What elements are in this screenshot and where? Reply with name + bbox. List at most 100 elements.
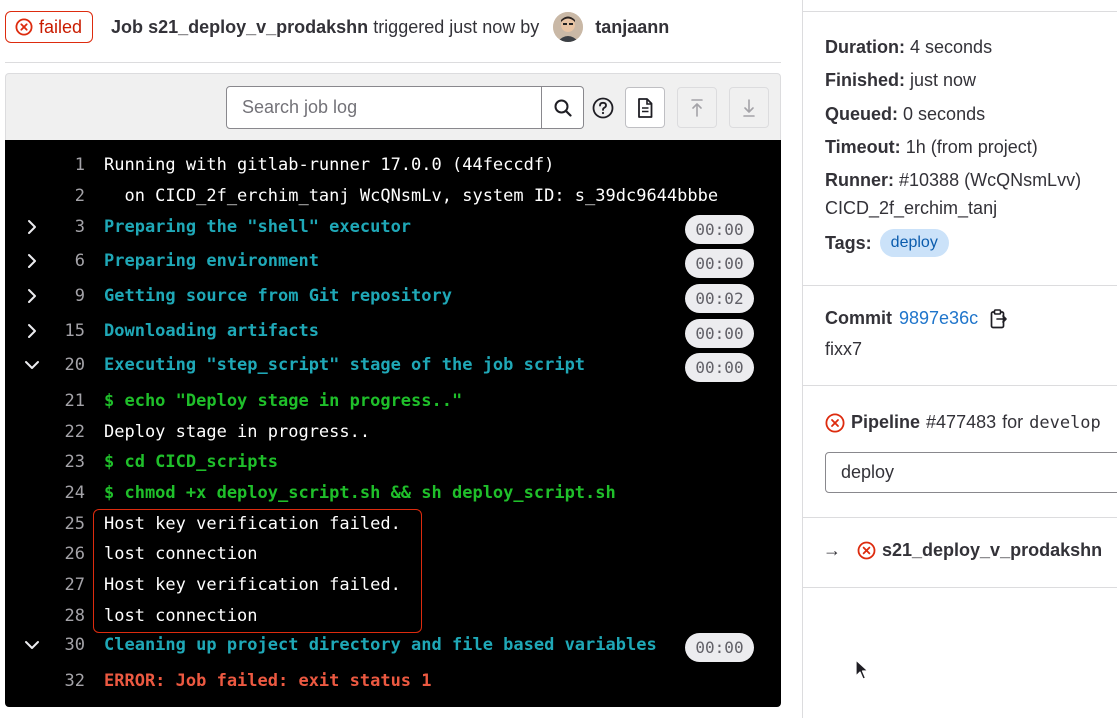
branch-link[interactable]: develop [1029,413,1101,433]
log-line-text: on CICD_2f_erchim_tanj WcQNsmLv, system … [104,186,719,206]
log-section-header[interactable]: 6 Preparing environment [5,246,781,276]
arrow-right-icon: → [823,540,841,560]
finished-row: Finished: just now [825,70,976,91]
log-line: 27 Host key verification failed. [5,570,781,600]
log-line-text: lost connection [104,544,258,564]
line-number[interactable]: 9 [75,286,85,306]
pipeline-id-link[interactable]: #477483 [926,412,996,433]
scroll-to-top-button[interactable] [677,87,717,128]
line-number[interactable]: 1 [75,155,85,175]
show-raw-button[interactable] [625,87,665,128]
runner-row: Runner: #10388 (WcQNsmLvv) [825,170,1081,191]
chevron-right-icon[interactable] [21,285,43,307]
log-line: 26 lost connection [5,539,781,569]
finished-label: Finished: [825,70,905,90]
line-number[interactable]: 30 [65,635,85,655]
search-button[interactable] [542,86,584,129]
section-duration-badge: 00:00 [685,215,754,244]
line-number[interactable]: 6 [75,251,85,271]
duration-value: 4 seconds [910,37,993,57]
tag-badge[interactable]: deploy [879,229,949,257]
current-job-item[interactable]: → s21_deploy_v_prodakshn [823,540,1102,561]
pipeline-row: Pipeline #477483 for develop [825,412,1101,433]
pipeline-for: for [1002,412,1024,432]
timeout-label: Timeout: [825,137,901,157]
log-toolbar [5,73,781,140]
line-number[interactable]: 32 [65,671,85,691]
chevron-right-icon[interactable] [21,216,43,238]
chevron-down-icon[interactable] [21,354,43,376]
triggered-text: triggered just now by [373,16,540,37]
status-badge-failed[interactable]: failed [5,11,94,43]
queued-value: 0 seconds [903,104,986,124]
search-icon [554,99,572,117]
log-line: 32 ERROR: Job failed: exit status 1 [5,666,781,696]
job-header: failed Job s21_deploy_v_prodakshn trigge… [5,11,669,43]
log-section-header[interactable]: 30 Cleaning up project directory and file… [5,630,781,660]
log-line-text: Preparing the "shell" executor [104,217,412,237]
section-duration-badge: 00:00 [685,249,754,278]
runner-label: Runner: [825,170,894,190]
stage-dropdown[interactable]: deploy [825,452,1117,493]
line-number[interactable]: 2 [75,186,85,206]
search-input[interactable] [226,86,543,129]
divider [803,285,1117,286]
log-section-header[interactable]: 9 Getting source from Git repository [5,281,781,311]
line-number[interactable]: 27 [65,575,85,595]
search-box [226,86,584,129]
line-number[interactable]: 21 [65,391,85,411]
log-section-header[interactable]: 3 Preparing the "shell" executor [5,212,781,242]
avatar[interactable] [553,12,584,42]
duration-row: Duration: 4 seconds [825,37,992,58]
copy-commit-button[interactable] [990,308,1008,329]
line-number[interactable]: 3 [75,217,85,237]
scroll-to-bottom-button[interactable] [729,87,769,128]
job-name: s21_deploy_v_prodakshn [148,16,369,37]
log-line: 22 Deploy stage in progress.. [5,417,781,447]
log-line: 23 $ cd CICD_scripts [5,447,781,477]
current-job-name: s21_deploy_v_prodakshn [882,540,1103,560]
line-number[interactable]: 23 [65,452,85,472]
pipeline-label: Pipeline [851,412,921,432]
status-failed-icon [15,18,33,36]
document-icon [638,97,653,118]
chevron-right-icon[interactable] [21,250,43,272]
line-number[interactable]: 24 [65,483,85,503]
stage-dropdown-value: deploy [841,462,895,482]
section-duration-badge: 00:00 [685,319,754,348]
scroll-down-icon [743,98,755,117]
log-line-text: Getting source from Git repository [104,286,452,306]
line-number[interactable]: 22 [65,422,85,442]
timeout-row: Timeout: 1h (from project) [825,137,1038,158]
line-number[interactable]: 28 [65,606,85,626]
section-duration-badge: 00:00 [685,353,754,382]
copy-to-clipboard-icon [990,308,1007,328]
job-title: Job s21_deploy_v_prodakshn triggered jus… [111,17,539,38]
line-number[interactable]: 26 [65,544,85,564]
line-number[interactable]: 15 [65,321,85,341]
finished-value: just now [910,70,977,90]
log-section-header[interactable]: 20 Executing "step_script" stage of the j… [5,350,781,380]
mouse-cursor-icon [855,659,869,680]
log-line: 1 Running with gitlab-runner 17.0.0 (44fe… [5,150,781,180]
duration-label: Duration: [825,37,905,57]
line-number[interactable]: 25 [65,514,85,534]
chevron-down-icon[interactable] [21,634,43,656]
user-link[interactable]: tanjaann [595,17,669,38]
log-line-text: $ chmod +x deploy_script.sh && sh deploy… [104,483,616,503]
log-line: 2 on CICD_2f_erchim_tanj WcQNsmLv, syste… [5,181,781,211]
log-section-header[interactable]: 15 Downloading artifacts [5,316,781,346]
log-line-text: $ echo "Deploy stage in progress.." [104,391,463,411]
scroll-up-icon [691,98,703,117]
log-line-text: Host key verification failed. [104,575,401,595]
help-button[interactable] [592,97,614,119]
commit-sha-link[interactable]: 9897e36c [899,308,978,329]
chevron-right-icon[interactable] [21,320,43,342]
log-line-text: Executing "step_script" stage of the job… [104,355,586,375]
question-circle-icon [592,97,614,119]
line-number[interactable]: 20 [65,355,85,375]
log-line: 25 Host key verification failed. [5,509,781,539]
commit-label: Commit [825,308,892,328]
log-line-text: Cleaning up project directory and file b… [104,635,657,655]
log-line: 24 $ chmod +x deploy_script.sh && sh depl… [5,478,781,508]
